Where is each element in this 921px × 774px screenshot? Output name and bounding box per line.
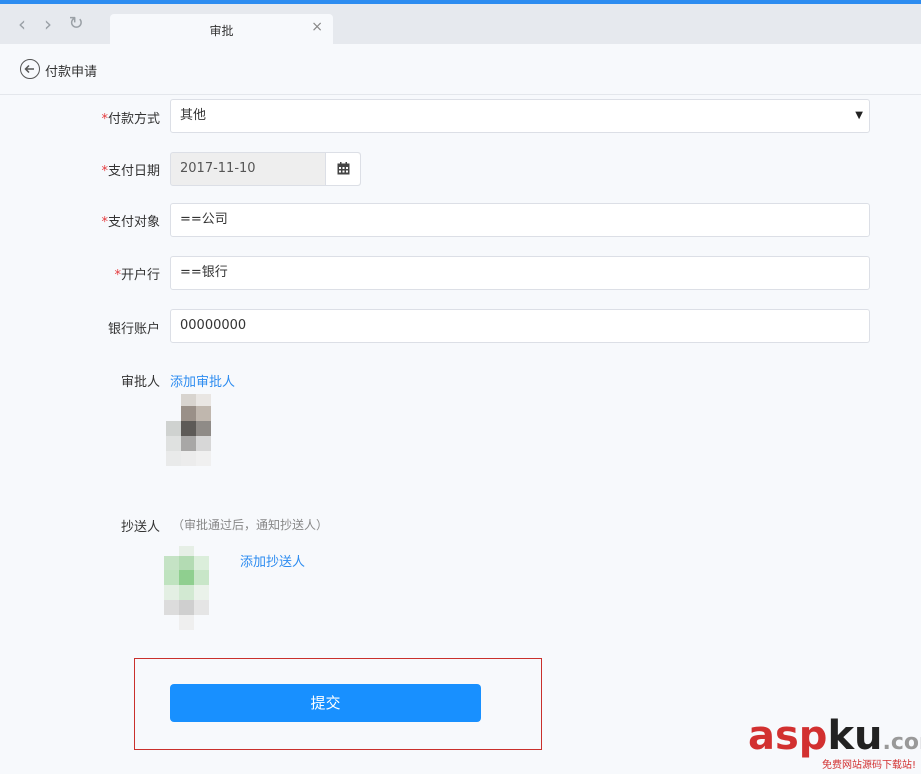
reload-icon[interactable]: ↻ [64,12,88,36]
browser-tab-title: 审批 [209,24,234,38]
cc-hint: （审批通过后，通知抄送人） [172,518,329,532]
tab-close-icon[interactable]: × [311,19,323,35]
cc-avatar [164,546,209,631]
approver-avatar [166,394,211,479]
bank-label: *开户行 [114,268,160,283]
cc-label: 抄送人 [120,520,160,535]
browser-tab-approval[interactable]: 审批 × [110,14,333,44]
calendar-icon [337,162,350,175]
forward-nav-icon[interactable]: › [36,12,60,36]
add-approver-link[interactable]: 添加审批人 [170,371,235,390]
chevron-down-icon: ▼ [855,110,863,121]
add-cc-link[interactable]: 添加抄送人 [240,551,305,570]
account-input[interactable]: 00000000 [170,309,870,343]
account-label: 银行账户 [107,322,160,337]
payment-method-value: 其他 [180,108,207,123]
browser-toolbar: ‹ › ↻ 审批 × [0,4,921,44]
payee-value: ==公司 [180,212,228,227]
page-title: 付款申请 [45,65,98,80]
submit-button[interactable]: 提交 [170,684,481,722]
payment-method-label: *付款方式 [101,112,160,127]
back-nav-icon[interactable]: ‹ [10,12,34,36]
bank-input[interactable]: ==银行 [170,256,870,290]
page-header: 付款申请 [0,44,921,95]
watermark-slogan: 免费网站源码下载站! [821,760,916,771]
pay-date-label: *支付日期 [101,164,160,179]
payee-input[interactable]: ==公司 [170,203,870,237]
calendar-button[interactable] [325,153,360,185]
payment-method-select[interactable]: 其他 ▼ [170,99,870,133]
bank-value: ==银行 [180,265,228,280]
watermark-logo: aspku.com 免费网站源码下载站! [748,714,921,771]
circle-arrow-left-icon[interactable] [20,59,40,79]
pay-date-input[interactable]: 2017-11-10 [170,152,361,186]
pay-date-value: 2017-11-10 [180,161,256,176]
approver-label: 审批人 [120,375,160,390]
account-value: 00000000 [180,318,247,333]
payee-label: *支付对象 [101,215,160,230]
